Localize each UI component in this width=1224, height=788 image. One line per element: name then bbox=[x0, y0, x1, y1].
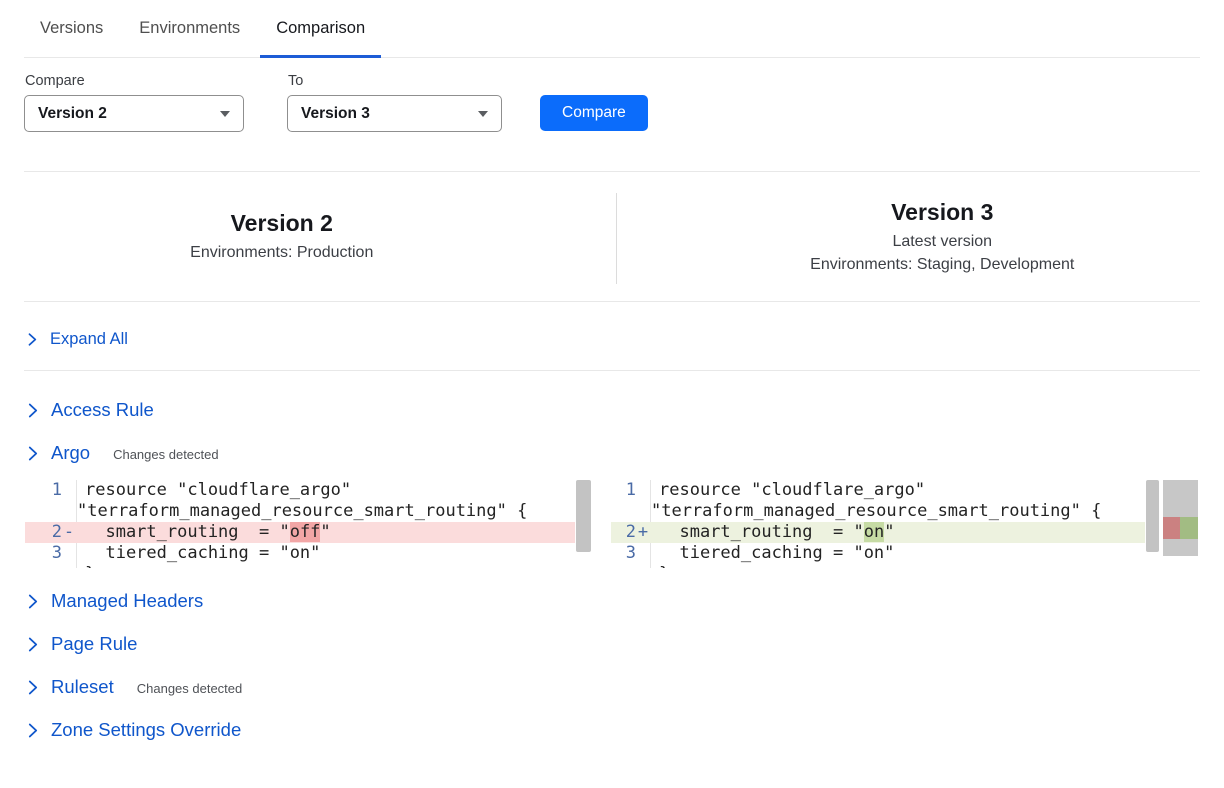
argo-diff-viewer: 1 resource "cloudflare_argo" "terraform_… bbox=[25, 480, 1200, 568]
diff-line-clipped: } bbox=[611, 564, 1145, 568]
removed-word-highlight: off bbox=[290, 522, 321, 542]
added-marker bbox=[1180, 517, 1198, 539]
section-ruleset[interactable]: Ruleset Changes detected bbox=[24, 668, 246, 706]
code-text: } bbox=[77, 564, 575, 568]
line-number-gutter bbox=[611, 501, 651, 522]
compare-controls: Compare Version 2 To Version 3 Compare bbox=[24, 73, 1200, 132]
version-left-title: Version 2 bbox=[231, 210, 333, 237]
tab-versions[interactable]: Versions bbox=[24, 0, 119, 57]
diff-line: 3 tiered_caching = "on" bbox=[611, 543, 1145, 564]
chevron-down-icon bbox=[478, 111, 488, 117]
line-number-gutter: 1 bbox=[25, 480, 77, 501]
section-label: Access Rule bbox=[51, 399, 154, 421]
expand-all-label: Expand All bbox=[50, 330, 128, 349]
diff-overview-ruler bbox=[1163, 480, 1198, 556]
diff-right-panel[interactable]: 1 resource "cloudflare_argo" "terraform_… bbox=[611, 480, 1198, 568]
diff-line-wrap: "terraform_managed_resource_smart_routin… bbox=[25, 501, 575, 522]
chevron-right-icon bbox=[28, 594, 38, 609]
comparison-page: Versions Environments Comparison Compare… bbox=[0, 0, 1224, 749]
section-managed-headers[interactable]: Managed Headers bbox=[24, 582, 207, 620]
section-label: Ruleset bbox=[51, 676, 114, 698]
chevron-right-icon bbox=[28, 403, 38, 418]
code-text: tiered_caching = "on" bbox=[77, 543, 575, 564]
chevron-right-icon bbox=[28, 680, 38, 695]
line-number-gutter: 2+ bbox=[611, 522, 651, 543]
version-right-header: Version 3 Latest version Environments: S… bbox=[617, 191, 1201, 286]
expand-all-button[interactable]: Expand All bbox=[24, 324, 132, 354]
chevron-down-icon bbox=[220, 111, 230, 117]
compare-from-select[interactable]: Version 2 bbox=[24, 95, 244, 132]
version-left-header: Version 2 Environments: Production bbox=[24, 191, 616, 286]
added-word-highlight: on bbox=[864, 522, 884, 542]
compare-from-label: Compare bbox=[25, 73, 244, 89]
version-right-environments: Environments: Staging, Development bbox=[810, 256, 1074, 274]
scrollbar-thumb[interactable] bbox=[576, 480, 591, 552]
line-number-gutter bbox=[25, 564, 77, 568]
section-label: Zone Settings Override bbox=[51, 719, 241, 741]
compare-to-label: To bbox=[288, 73, 502, 89]
removed-marker bbox=[1163, 517, 1180, 539]
diff-left-code: 1 resource "cloudflare_argo" "terraform_… bbox=[25, 480, 575, 568]
diff-line: 1 resource "cloudflare_argo" bbox=[25, 480, 575, 501]
section-argo[interactable]: Argo Changes detected bbox=[24, 434, 223, 472]
compare-to-field: To Version 3 bbox=[287, 73, 502, 132]
chevron-right-icon bbox=[28, 333, 37, 346]
tab-bar: Versions Environments Comparison bbox=[24, 0, 1200, 58]
section-label: Managed Headers bbox=[51, 590, 203, 612]
code-text: tiered_caching = "on" bbox=[651, 543, 1145, 564]
divider bbox=[24, 370, 1200, 371]
line-number-gutter: 2- bbox=[25, 522, 77, 543]
code-text: "terraform_managed_resource_smart_routin… bbox=[651, 501, 1145, 522]
diff-left-panel[interactable]: 1 resource "cloudflare_argo" "terraform_… bbox=[25, 480, 592, 568]
tab-environments[interactable]: Environments bbox=[123, 0, 256, 57]
code-text: smart_routing = "off" bbox=[77, 522, 575, 543]
section-page-rule[interactable]: Page Rule bbox=[24, 625, 141, 663]
section-label: Page Rule bbox=[51, 633, 137, 655]
diff-line: 1 resource "cloudflare_argo" bbox=[611, 480, 1145, 501]
code-text: smart_routing = "on" bbox=[651, 522, 1145, 543]
compare-from-field: Compare Version 2 bbox=[24, 73, 244, 132]
diff-line-added: 2+ smart_routing = "on" bbox=[611, 522, 1145, 543]
code-text: resource "cloudflare_argo" bbox=[77, 480, 575, 501]
section-zone-settings-override[interactable]: Zone Settings Override bbox=[24, 711, 245, 749]
section-access-rule[interactable]: Access Rule bbox=[24, 391, 158, 429]
scrollbar-thumb[interactable] bbox=[1146, 480, 1159, 552]
diff-line-wrap: "terraform_managed_resource_smart_routin… bbox=[611, 501, 1145, 522]
code-text: resource "cloudflare_argo" bbox=[651, 480, 1145, 501]
divider bbox=[24, 301, 1200, 302]
changes-detected-badge: Changes detected bbox=[113, 444, 219, 462]
chevron-right-icon bbox=[28, 446, 38, 461]
line-number-gutter bbox=[611, 564, 651, 568]
section-label: Argo bbox=[51, 442, 90, 464]
compare-from-value: Version 2 bbox=[38, 105, 107, 123]
compare-button[interactable]: Compare bbox=[540, 95, 648, 131]
line-number-gutter bbox=[25, 501, 77, 522]
line-number-gutter: 3 bbox=[611, 543, 651, 564]
version-right-title: Version 3 bbox=[891, 199, 993, 226]
diff-line: 3 tiered_caching = "on" bbox=[25, 543, 575, 564]
chevron-right-icon bbox=[28, 637, 38, 652]
diff-line-removed: 2- smart_routing = "off" bbox=[25, 522, 575, 543]
scrollbar[interactable] bbox=[1145, 480, 1160, 568]
line-number-gutter: 3 bbox=[25, 543, 77, 564]
diff-right-code: 1 resource "cloudflare_argo" "terraform_… bbox=[611, 480, 1145, 568]
version-headers: Version 2 Environments: Production Versi… bbox=[24, 172, 1200, 301]
version-right-latest-label: Latest version bbox=[892, 233, 992, 251]
code-text: } bbox=[651, 564, 1145, 568]
compare-to-select[interactable]: Version 3 bbox=[287, 95, 502, 132]
tab-comparison[interactable]: Comparison bbox=[260, 0, 381, 57]
compare-to-value: Version 3 bbox=[301, 105, 370, 123]
scrollbar[interactable] bbox=[575, 480, 592, 568]
changes-detected-badge: Changes detected bbox=[137, 678, 243, 696]
diff-line-clipped: } bbox=[25, 564, 575, 568]
line-number-gutter: 1 bbox=[611, 480, 651, 501]
version-left-environments: Environments: Production bbox=[190, 244, 373, 262]
chevron-right-icon bbox=[28, 723, 38, 738]
code-text: "terraform_managed_resource_smart_routin… bbox=[77, 501, 575, 522]
